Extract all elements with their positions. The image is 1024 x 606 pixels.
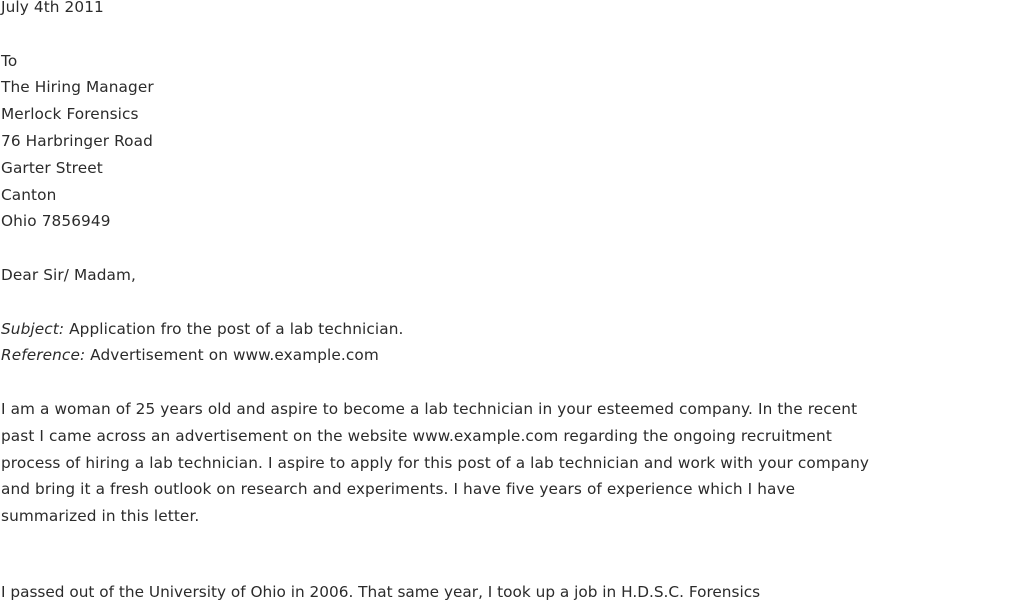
paragraph-line: and bring it a fresh outlook on research… xyxy=(1,480,796,499)
recipient-state-zip: Ohio 7856949 xyxy=(1,212,111,231)
paragraph-line: I am a woman of 25 years old and aspire … xyxy=(1,399,858,418)
body-paragraph-1: I am a woman of 25 years old and aspire … xyxy=(1,396,1021,530)
recipient-city: Canton xyxy=(1,185,57,204)
recipient-company: Merlock Forensics xyxy=(1,105,139,124)
reference-line: Reference: Advertisement on www.example.… xyxy=(1,342,1021,369)
recipient-street-2: Garter Street xyxy=(1,158,103,177)
paragraph-line: past I came across an advertisement on t… xyxy=(1,426,832,445)
salutation: Dear Sir/ Madam, xyxy=(1,265,136,284)
subject-label: Subject: xyxy=(1,319,65,338)
recipient-to: To xyxy=(1,51,18,70)
recipient-address: To The Hiring Manager Merlock Forensics … xyxy=(1,48,1021,236)
body-paragraph-2-partial: I passed out of the University of Ohio i… xyxy=(1,583,761,601)
cover-letter: July 4th 2011 To The Hiring Manager Merl… xyxy=(1,0,1021,530)
subject-text: Application fro the post of a lab techni… xyxy=(64,319,404,338)
paragraph-line: process of hiring a lab technician. I as… xyxy=(1,453,870,472)
letter-date: July 4th 2011 xyxy=(1,0,104,16)
paragraph-line: summarized in this letter. xyxy=(1,507,200,526)
reference-label: Reference: xyxy=(1,346,86,365)
subject-line: Subject: Application fro the post of a l… xyxy=(1,316,1021,343)
recipient-name: The Hiring Manager xyxy=(1,78,154,97)
recipient-street: 76 Harbringer Road xyxy=(1,131,153,150)
reference-text: Advertisement on www.example.com xyxy=(85,346,379,365)
